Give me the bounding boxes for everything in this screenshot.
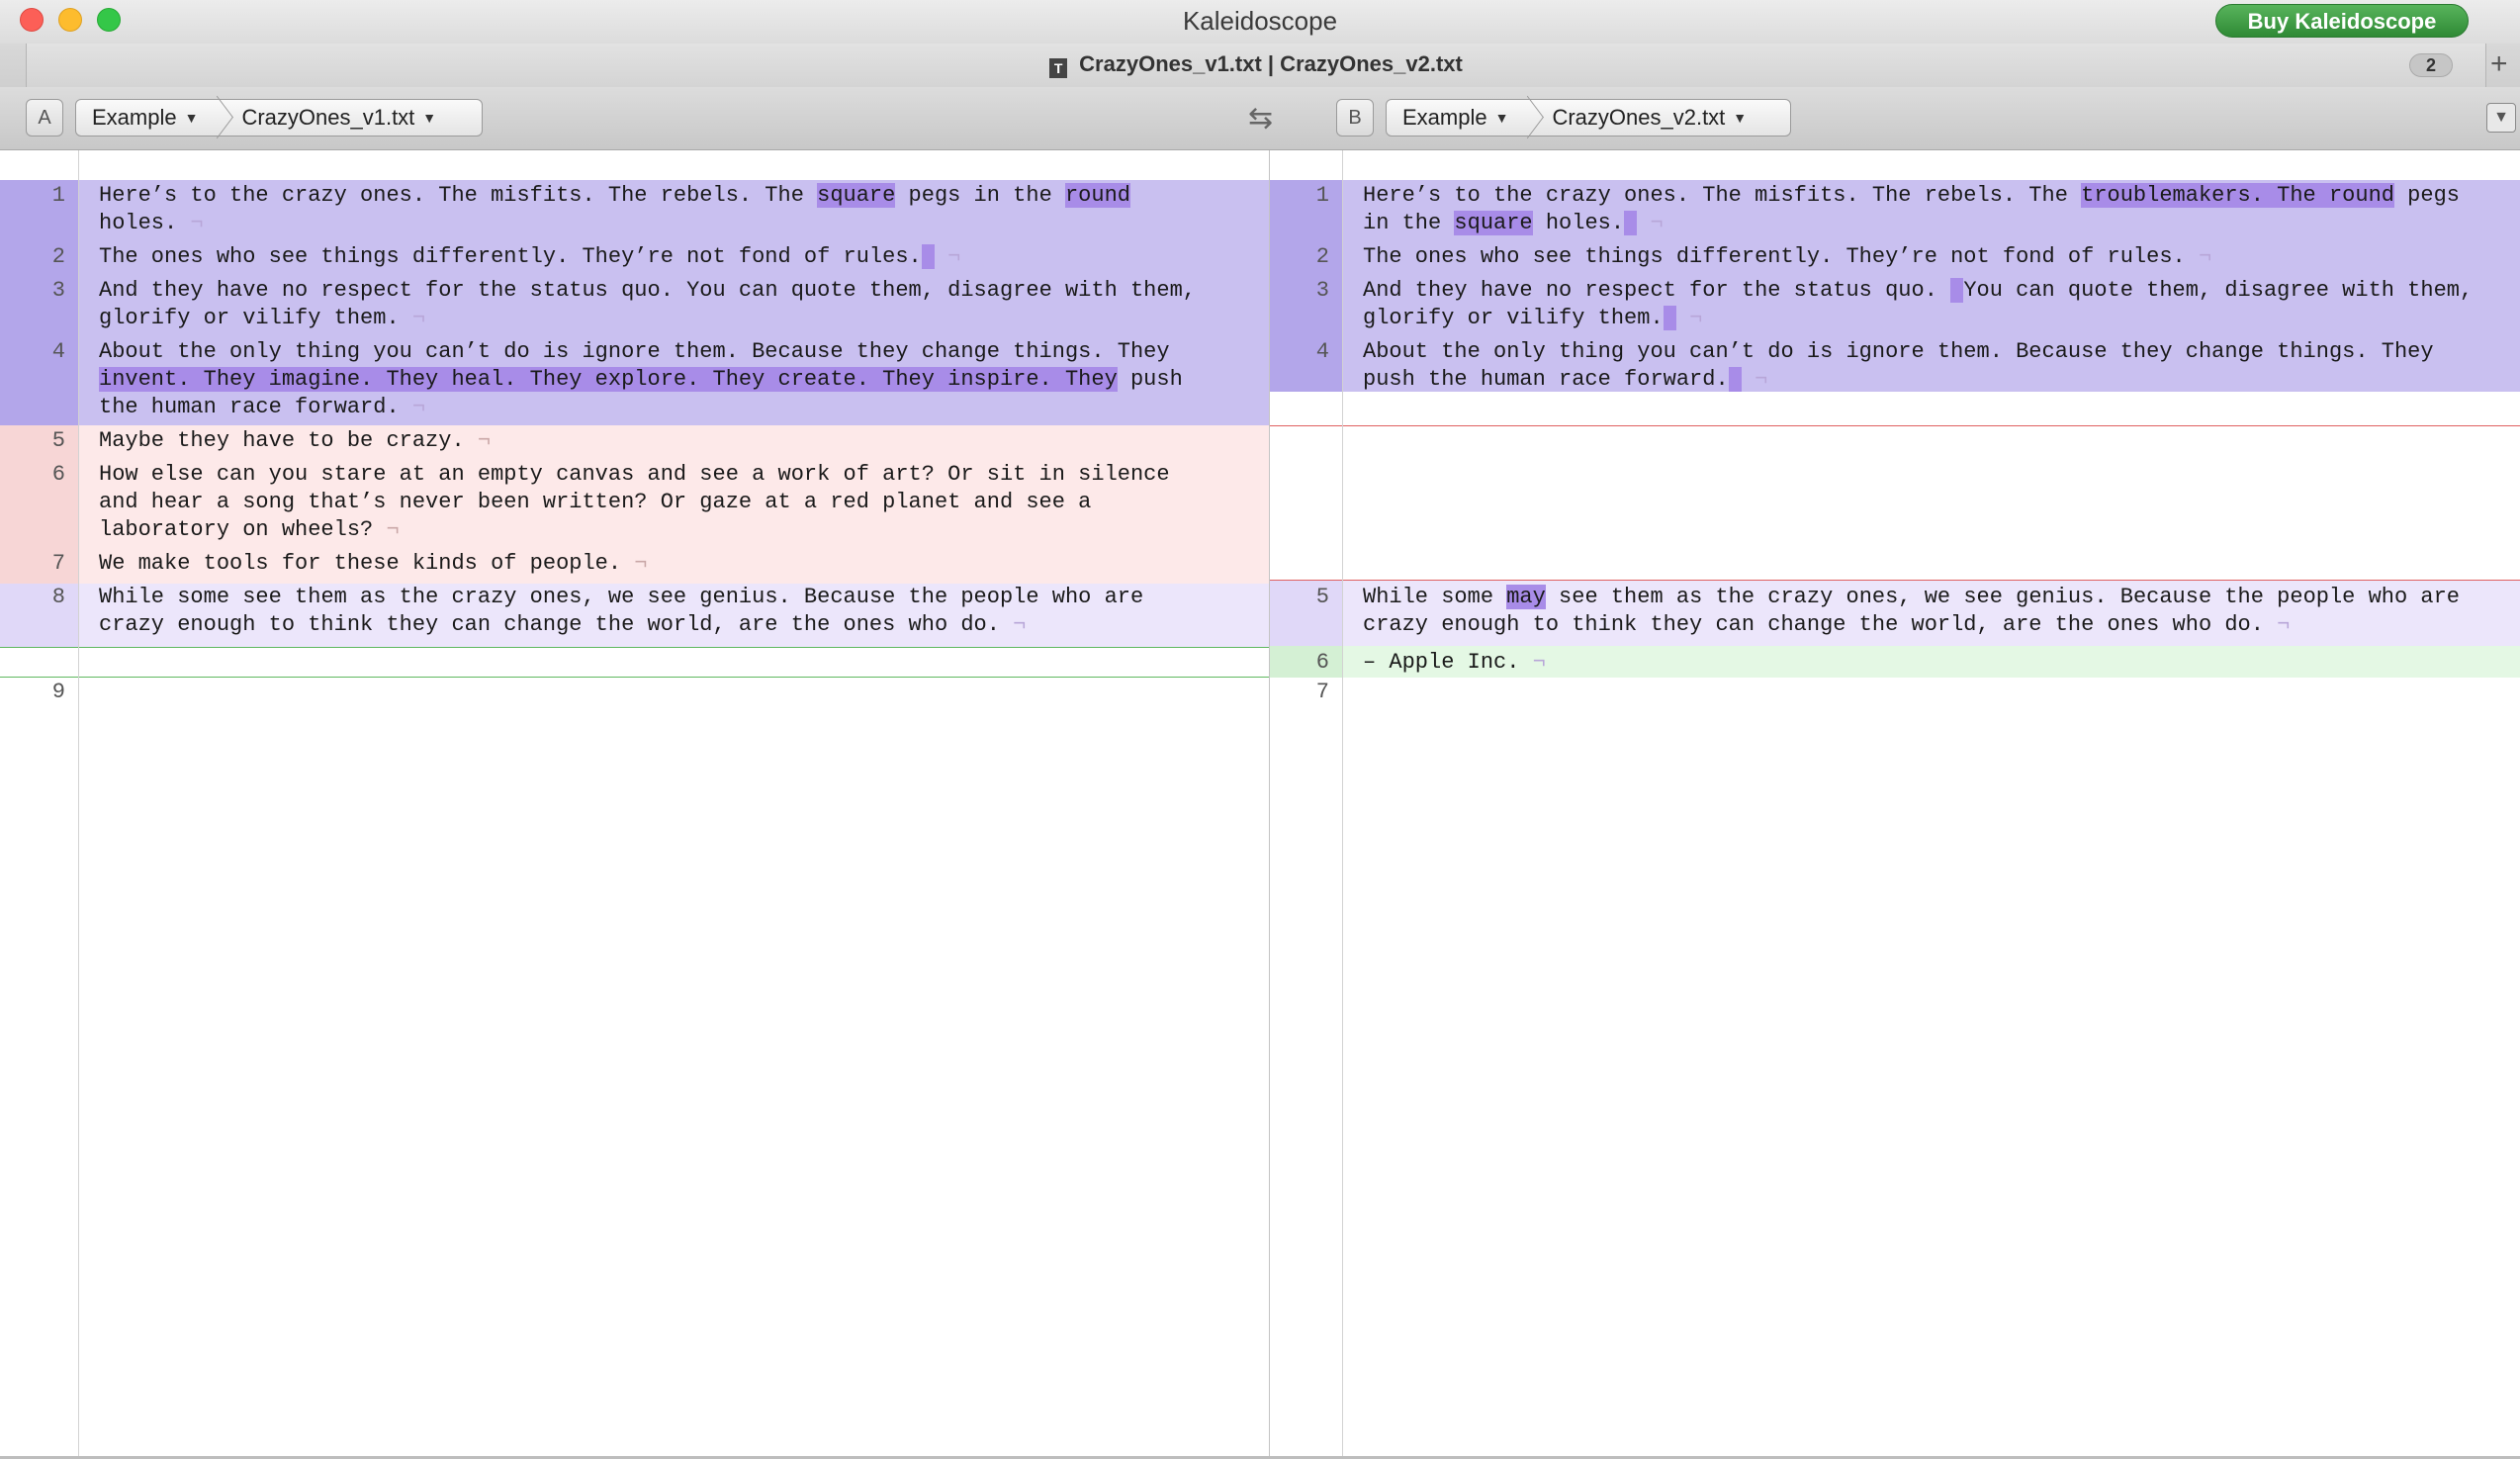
tab-count-badge[interactable]: 2 bbox=[2409, 53, 2453, 77]
line-number: 5 bbox=[1315, 585, 1329, 609]
diff-line-text: Here’s to the crazy ones. The misfits. T… bbox=[1363, 183, 2460, 208]
diff-line-text: And they have no respect for the status … bbox=[99, 278, 1196, 303]
line-number: 9 bbox=[51, 680, 65, 704]
buy-kaleidoscope-button[interactable]: Buy Kaleidoscope bbox=[2215, 4, 2469, 38]
line-number: 5 bbox=[51, 428, 65, 453]
breadcrumb-file-left[interactable]: CrazyOnes_v1.txt ▼ bbox=[214, 100, 452, 136]
breadcrumb-folder-right[interactable]: Example ▼ bbox=[1387, 100, 1524, 136]
tab-crazyones[interactable]: T CrazyOnes_v1.txt | CrazyOnes_v2.txt bbox=[26, 44, 2486, 87]
diff-line-text: While some see them as the crazy ones, w… bbox=[99, 585, 1144, 609]
breadcrumb-left: Example ▼ CrazyOnes_v1.txt ▼ bbox=[75, 99, 483, 137]
diff-line-text: push the human race forward. ¬ bbox=[1363, 367, 1768, 392]
breadcrumb-folder-left[interactable]: Example ▼ bbox=[76, 100, 214, 136]
line-number: 2 bbox=[1315, 244, 1329, 269]
insertion-marker bbox=[0, 677, 1269, 678]
line-number: 2 bbox=[51, 244, 65, 269]
diff-line-text: About the only thing you can’t do is ign… bbox=[1363, 339, 2434, 364]
diff-line-text: laboratory on wheels? ¬ bbox=[99, 517, 400, 542]
line-number: 1 bbox=[51, 183, 65, 208]
diff-line-text: Here’s to the crazy ones. The misfits. T… bbox=[99, 183, 1130, 208]
side-a-button[interactable]: A bbox=[26, 99, 63, 137]
diff-line-text: – Apple Inc. ¬ bbox=[1363, 650, 1546, 675]
diff-line-text: We make tools for these kinds of people.… bbox=[99, 551, 648, 576]
diff-line-text: About the only thing you can’t do is ign… bbox=[99, 339, 1170, 364]
deletion-marker bbox=[1270, 425, 2520, 426]
diff-line-text: How else can you stare at an empty canva… bbox=[99, 462, 1170, 487]
line-number: 4 bbox=[1315, 339, 1329, 364]
diff-line-text: and hear a song that’s never been writte… bbox=[99, 490, 1092, 514]
line-number: 8 bbox=[51, 585, 65, 609]
diff-line-text: invent. They imagine. They heal. They ex… bbox=[99, 367, 1183, 392]
diff-line-text: crazy enough to think they can change th… bbox=[1363, 612, 2291, 637]
diff-line-text: the human race forward. ¬ bbox=[99, 395, 426, 419]
text-file-icon: T bbox=[1049, 58, 1068, 78]
line-number: 7 bbox=[51, 551, 65, 576]
add-tab-icon[interactable]: + bbox=[2490, 47, 2508, 81]
left-diff-pane[interactable]: 1 2 3 4 5 6 7 8 9 Here’s to the crazy on… bbox=[0, 150, 1269, 1459]
diff-line-text: Maybe they have to be crazy. ¬ bbox=[99, 428, 492, 453]
diff-line-text: in the square holes. ¬ bbox=[1363, 211, 1664, 235]
diff-line-text: The ones who see things differently. The… bbox=[1363, 244, 2212, 269]
line-number: 6 bbox=[51, 462, 65, 487]
diff-line-text: crazy enough to think they can change th… bbox=[99, 612, 1027, 637]
chevron-down-icon: ▼ bbox=[1494, 110, 1509, 126]
tab-title: T CrazyOnes_v1.txt | CrazyOnes_v2.txt bbox=[27, 51, 2485, 78]
right-diff-pane[interactable]: 1 2 3 4 5 6 7 Here’s to the crazy ones. … bbox=[1270, 150, 2520, 1459]
line-number: 4 bbox=[51, 339, 65, 364]
chevron-down-icon: ▼ bbox=[1733, 110, 1748, 126]
swap-sides-icon[interactable]: ⇆ bbox=[1248, 101, 1273, 136]
chevron-down-icon: ▼ bbox=[184, 110, 199, 126]
tab-bar: T CrazyOnes_v1.txt | CrazyOnes_v2.txt 2 + bbox=[0, 44, 2520, 87]
line-number: 7 bbox=[1315, 680, 1329, 704]
diff-line-text: glorify or vilify them. ¬ bbox=[99, 306, 426, 330]
breadcrumb-right: Example ▼ CrazyOnes_v2.txt ▼ bbox=[1386, 99, 1791, 137]
diff-line-text: And they have no respect for the status … bbox=[1363, 278, 2474, 303]
toggle-panel-icon[interactable]: ▼ bbox=[2486, 103, 2516, 133]
diff-line-text: glorify or vilify them. ¬ bbox=[1363, 306, 1703, 330]
line-number: 1 bbox=[1315, 183, 1329, 208]
diff-line-text: The ones who see things differently. The… bbox=[99, 244, 961, 269]
chevron-down-icon: ▼ bbox=[422, 110, 437, 126]
insertion-marker bbox=[0, 647, 1269, 648]
side-b-button[interactable]: B bbox=[1336, 99, 1374, 137]
path-bar: A Example ▼ CrazyOnes_v1.txt ▼ ⇆ B Example… bbox=[0, 87, 2520, 150]
line-number: 6 bbox=[1315, 650, 1329, 675]
window-title: Kaleidoscope bbox=[1182, 6, 1338, 36]
line-number: 3 bbox=[1315, 278, 1329, 303]
tab-title-text: CrazyOnes_v1.txt | CrazyOnes_v2.txt bbox=[1079, 51, 1463, 76]
line-number: 3 bbox=[51, 278, 65, 303]
title-bar: Kaleidoscope Buy Kaleidoscope bbox=[0, 0, 2520, 44]
breadcrumb-file-right[interactable]: CrazyOnes_v2.txt ▼ bbox=[1524, 100, 1762, 136]
diff-line-text: While some may see them as the crazy one… bbox=[1363, 585, 2460, 609]
diff-line-text: holes. ¬ bbox=[99, 211, 204, 235]
